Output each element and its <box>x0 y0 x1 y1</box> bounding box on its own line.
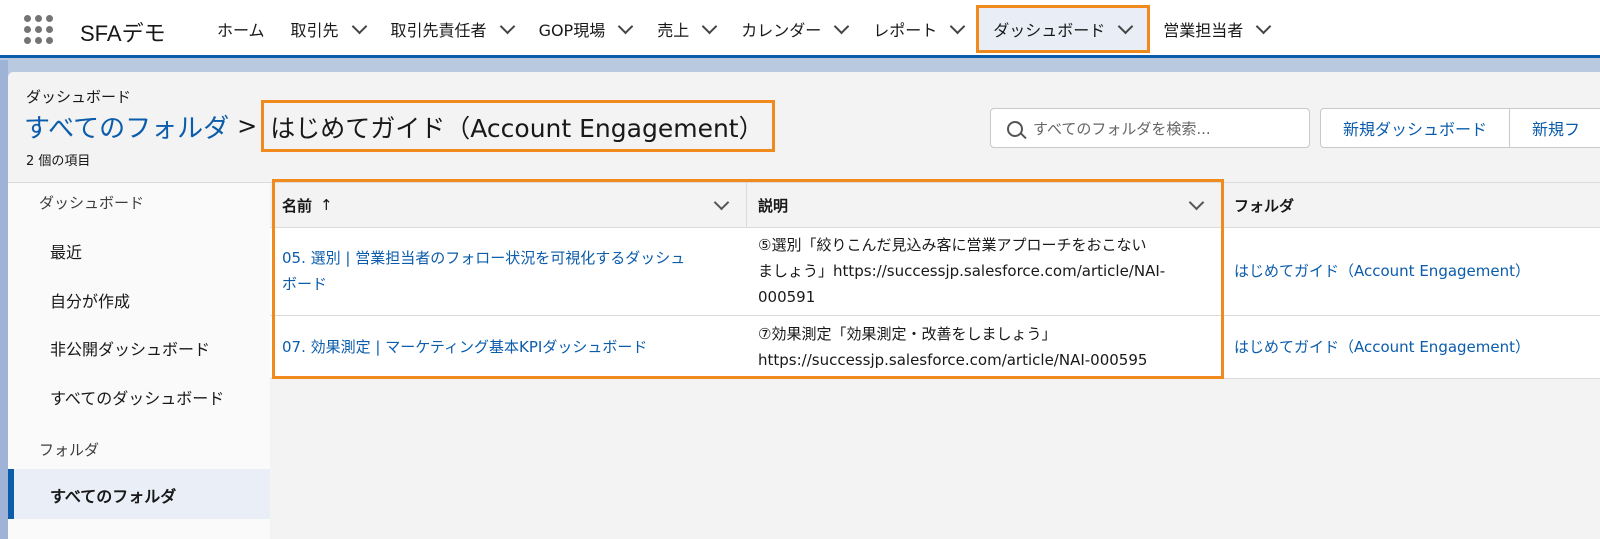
description-line: https://successjp.salesforce.com/article… <box>758 351 1148 369</box>
nav-tab-label: 売上 <box>657 21 690 40</box>
breadcrumb-all-folders-link[interactable]: すべてのフォルダ <box>24 108 229 145</box>
dashboard-name-link[interactable]: 05. 選別 | 営業担当者のフォロー状況を可視化するダッシュ ボード <box>282 245 742 297</box>
column-header-description[interactable]: 説明 <box>758 183 788 227</box>
chevron-down-icon[interactable] <box>949 18 966 35</box>
folder-link[interactable]: はじめてガイド（Account Engagement） <box>1234 258 1530 284</box>
description-line: ましょう」https://successjp.salesforce.com/ar… <box>758 262 1166 280</box>
nav-tab-sales[interactable]: 売上 <box>644 5 728 53</box>
nav-tab-dashboards[interactable]: ダッシュボード <box>976 5 1151 53</box>
background-stripe <box>0 60 8 539</box>
nav-tab-label: 取引先責任者 <box>390 21 487 40</box>
table-row: 07. 効果測定 | マーケティング基本KPIダッシュボード ⑦効果測定「効果測… <box>270 316 1600 379</box>
table-row: 05. 選別 | 営業担当者のフォロー状況を可視化するダッシュ ボード ⑤選別「… <box>270 228 1600 316</box>
table-header: 名前 ↑ 説明 フォルダ <box>270 183 1600 228</box>
description-line: ⑦効果測定「効果測定・改善をしましょう」 <box>758 325 1057 343</box>
column-label: 名前 <box>282 196 313 215</box>
chevron-down-icon[interactable] <box>833 18 850 35</box>
sidebar-heading-dashboards: ダッシュボード <box>39 194 145 212</box>
nav-tab-reports[interactable]: レポート <box>860 5 976 53</box>
description-line: ⑤選別「絞りこんだ見込み客に営業アプローチをおこない <box>758 236 1147 254</box>
folder-search-box[interactable] <box>990 108 1310 148</box>
nav-tab-contacts[interactable]: 取引先責任者 <box>378 5 526 53</box>
top-navigation-bar: SFAデモ ホーム 取引先 取引先責任者 GOP現場 売上 カレンダー レポート… <box>0 0 1600 58</box>
chevron-down-icon[interactable] <box>499 18 515 35</box>
column-header-folder[interactable]: フォルダ <box>1234 183 1294 227</box>
app-name: SFAデモ <box>80 21 166 46</box>
nav-tab-label: GOP現場 <box>538 21 606 40</box>
folder-sidebar: ダッシュボード 最近 自分が作成 非公開ダッシュボード すべてのダッシュボード … <box>8 182 270 539</box>
sidebar-item-recent[interactable]: 最近 <box>50 239 82 263</box>
page-title: はじめてガイド（Account Engagement） <box>261 100 775 152</box>
new-folder-button[interactable]: 新規フ <box>1510 108 1600 148</box>
nav-tab-home[interactable]: ホーム <box>204 5 278 53</box>
column-divider <box>1222 183 1223 227</box>
nav-tab-sales-reps[interactable]: 営業担当者 <box>1150 5 1282 53</box>
nav-tab-calendar[interactable]: カレンダー <box>728 5 860 53</box>
dashboards-table: 名前 ↑ 説明 フォルダ 05. 選別 | 営業担当者のフォロー状況を可視化する… <box>270 182 1600 539</box>
nav-tab-label: レポート <box>873 21 938 40</box>
breadcrumb: すべてのフォルダ > はじめてガイド（Account Engagement） <box>24 100 775 152</box>
chevron-down-icon[interactable] <box>617 18 634 35</box>
item-count: 2 個の項目 <box>26 154 91 169</box>
chevron-down-icon[interactable] <box>351 18 367 35</box>
nav-tab-accounts[interactable]: 取引先 <box>278 5 378 53</box>
sidebar-item-created-by-me[interactable]: 自分が作成 <box>50 288 130 312</box>
folder-link[interactable]: はじめてガイド（Account Engagement） <box>1234 334 1530 360</box>
dashboard-name-link[interactable]: 07. 効果測定 | マーケティング基本KPIダッシュボード <box>282 334 742 360</box>
sidebar-heading-folders: フォルダ <box>39 441 100 459</box>
dashboard-description: ⑦効果測定「効果測定・改善をしましょう」 https://successjp.s… <box>758 321 1218 373</box>
chevron-down-icon[interactable] <box>1188 194 1205 211</box>
chevron-down-icon[interactable] <box>713 194 730 211</box>
description-line: 000591 <box>758 288 816 306</box>
chevron-down-icon[interactable] <box>1256 18 1272 35</box>
new-dashboard-button[interactable]: 新規ダッシュボード <box>1320 108 1511 148</box>
chevron-down-icon[interactable] <box>1118 18 1134 35</box>
dashboard-list-view: ダッシュボード すべてのフォルダ > はじめてガイド（Account Engag… <box>8 72 1600 539</box>
breadcrumb-separator: > <box>237 112 258 140</box>
search-input[interactable] <box>1031 117 1295 141</box>
column-header-name[interactable]: 名前 ↑ <box>282 183 333 227</box>
nav-tab-gop-sites[interactable]: GOP現場 <box>526 5 645 53</box>
nav-tab-label: ダッシュボード <box>993 21 1106 40</box>
nav-tabs: ホーム 取引先 取引先責任者 GOP現場 売上 カレンダー レポート ダッシュボ… <box>204 5 1282 55</box>
sort-ascending-icon: ↑ <box>320 196 333 214</box>
nav-tab-label: カレンダー <box>741 21 822 40</box>
column-label: 説明 <box>758 196 789 215</box>
chevron-down-icon[interactable] <box>701 18 718 35</box>
nav-tab-label: 取引先 <box>290 21 339 40</box>
nav-tab-label: ホーム <box>217 21 265 40</box>
nav-tab-label: 営業担当者 <box>1163 21 1244 40</box>
action-buttons: 新規ダッシュボード 新規フ <box>1320 108 1600 148</box>
sidebar-item-all-folders[interactable]: すべてのフォルダ <box>8 469 270 519</box>
app-launcher-icon[interactable] <box>24 15 54 45</box>
column-divider <box>746 183 747 227</box>
search-icon <box>1007 121 1023 137</box>
sidebar-item-label: すべてのフォルダ <box>50 487 177 506</box>
name-line: ボード <box>282 275 328 293</box>
sidebar-item-private-dashboards[interactable]: 非公開ダッシュボード <box>50 336 210 360</box>
sidebar-item-all-dashboards[interactable]: すべてのダッシュボード <box>50 385 224 409</box>
name-line: 05. 選別 | 営業担当者のフォロー状況を可視化するダッシュ <box>282 249 686 267</box>
dashboard-description: ⑤選別「絞りこんだ見込み客に営業アプローチをおこない ましょう」https://… <box>758 232 1218 310</box>
column-label: フォルダ <box>1234 196 1295 215</box>
